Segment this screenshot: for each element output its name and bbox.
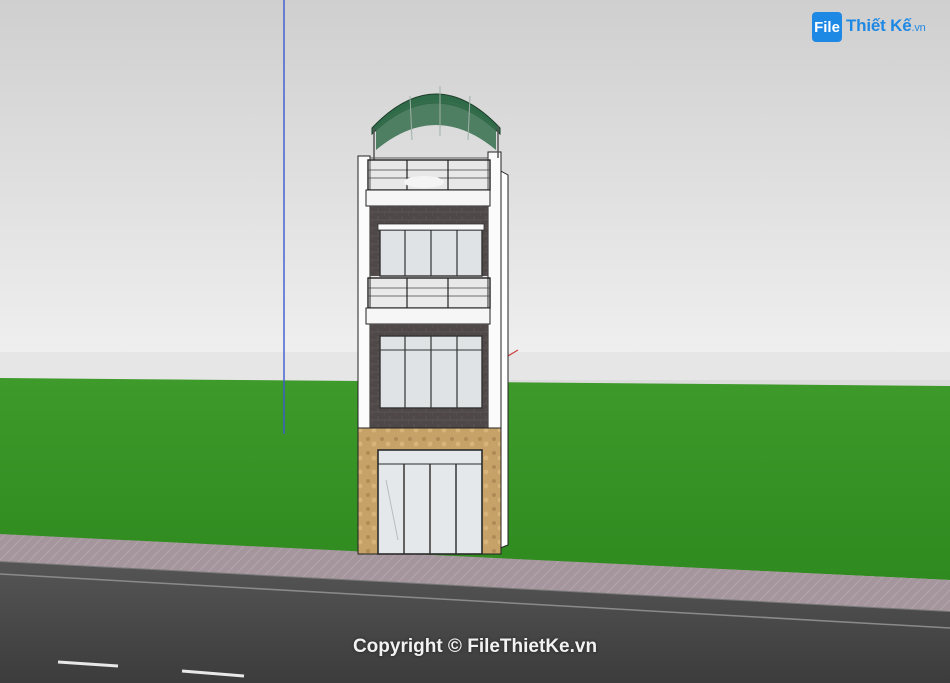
- floor-slab: [365, 307, 491, 325]
- site-logo-text: Thiết Kế.vn: [846, 16, 926, 36]
- floor-slab: [365, 189, 491, 207]
- site-logo-domain: .vn: [911, 22, 926, 34]
- rendered-scene: [0, 0, 950, 683]
- site-logo-name: Thiết Kế: [846, 16, 912, 35]
- copyright-watermark: Copyright © FileThietKe.vn: [352, 636, 598, 657]
- site-logo: File: [812, 12, 842, 42]
